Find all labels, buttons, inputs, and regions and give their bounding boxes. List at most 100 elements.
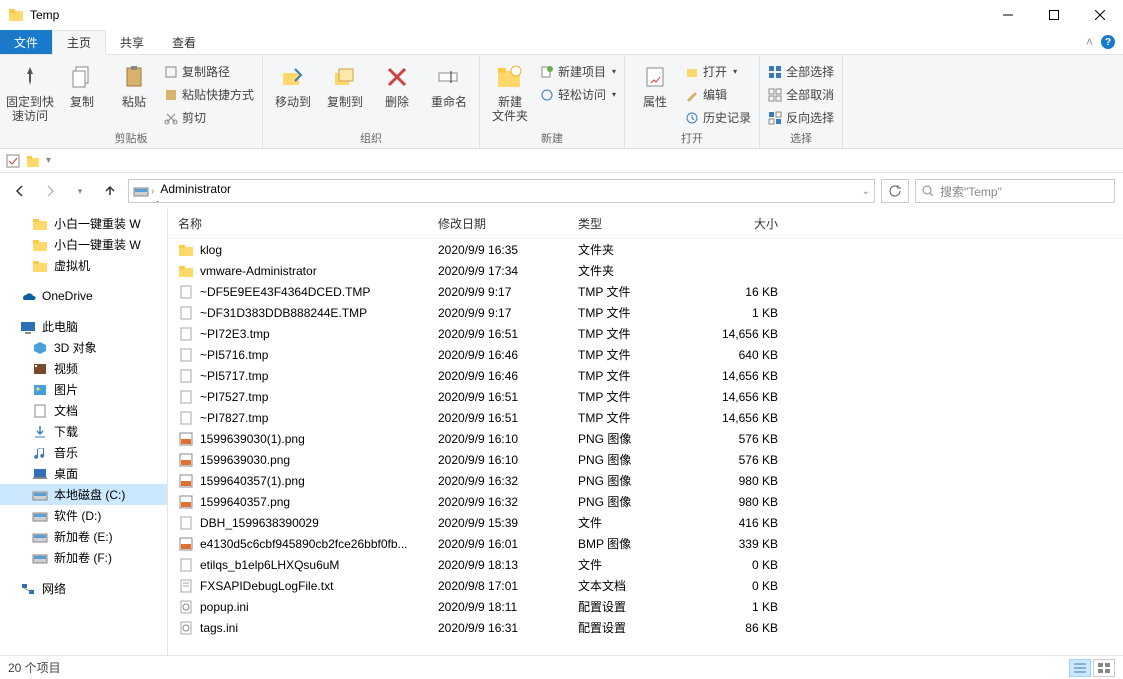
tree-item[interactable]: 图片 (0, 379, 167, 400)
tree-item[interactable]: 虚拟机 (0, 255, 167, 276)
tree-item[interactable]: 新加卷 (F:) (0, 547, 167, 568)
moveto-button[interactable]: 移动到 (269, 57, 317, 109)
drive-icon (32, 487, 48, 503)
select-invert-button[interactable]: 反向选择 (766, 107, 836, 128)
copyto-button[interactable]: 复制到 (321, 57, 369, 109)
table-row[interactable]: DBH_15996383900292020/9/9 15:39文件416 KB (168, 512, 1123, 533)
copy-path-button[interactable]: 复制路径 (162, 61, 256, 82)
addr-dropdown-icon[interactable]: ⌄ (862, 186, 870, 197)
table-row[interactable]: ~PI5717.tmp2020/9/9 16:46TMP 文件14,656 KB (168, 365, 1123, 386)
tree-item[interactable]: 视频 (0, 358, 167, 379)
tab-view[interactable]: 查看 (158, 30, 210, 54)
qat-folder-icon[interactable] (26, 154, 40, 168)
col-type[interactable]: 类型 (578, 215, 698, 232)
ribbon-collapse-icon[interactable]: ˄ (1086, 35, 1093, 49)
table-row[interactable]: popup.ini2020/9/9 18:11配置设置1 KB (168, 596, 1123, 617)
table-row[interactable]: ~PI7827.tmp2020/9/9 16:51TMP 文件14,656 KB (168, 407, 1123, 428)
properties-button[interactable]: 属性 (631, 57, 679, 109)
table-row[interactable]: 1599640357.png2020/9/9 16:32PNG 图像980 KB (168, 491, 1123, 512)
table-row[interactable]: etilqs_b1elp6LHXQsu6uM2020/9/9 18:13文件0 … (168, 554, 1123, 575)
table-row[interactable]: ~PI72E3.tmp2020/9/9 16:51TMP 文件14,656 KB (168, 323, 1123, 344)
ini-icon (178, 620, 194, 636)
search-input[interactable]: 搜索"Temp" (915, 179, 1115, 203)
tree-item[interactable]: 桌面 (0, 463, 167, 484)
file-type: BMP 图像 (578, 535, 698, 552)
table-row[interactable]: ~DF5E9EE43F4364DCED.TMP2020/9/9 9:17TMP … (168, 281, 1123, 302)
history-button[interactable]: 历史记录 (683, 107, 753, 128)
tree-item[interactable]: 小白一键重装 W (0, 234, 167, 255)
close-button[interactable] (1077, 0, 1123, 30)
list-header[interactable]: 名称 修改日期 类型 大小 (168, 209, 1123, 239)
file-type: TMP 文件 (578, 367, 698, 384)
table-row[interactable]: ~DF31D383DDB888244E.TMP2020/9/9 9:17TMP … (168, 302, 1123, 323)
col-name[interactable]: 名称 (178, 215, 438, 232)
copy-button[interactable]: 复制 (58, 57, 106, 109)
address-bar[interactable]: › 此电脑›本地磁盘 (C:)›用户›Administrator›AppData… (128, 179, 875, 203)
recent-button[interactable]: ▾ (68, 179, 92, 203)
new-folder-button[interactable]: 新建 文件夹 (486, 57, 534, 124)
icons-view-button[interactable] (1093, 659, 1115, 677)
tree-item[interactable]: 本地磁盘 (C:) (0, 484, 167, 505)
forward-button[interactable] (38, 179, 62, 203)
navigation-tree[interactable]: 小白一键重装 W小白一键重装 W虚拟机OneDrive此电脑3D 对象视频图片文… (0, 209, 168, 655)
table-row[interactable]: tags.ini2020/9/9 16:31配置设置86 KB (168, 617, 1123, 638)
breadcrumb-item[interactable]: Administrator (156, 182, 235, 196)
minimize-button[interactable] (985, 0, 1031, 30)
qat-checkbox-icon[interactable] (6, 154, 20, 168)
tree-item[interactable]: 此电脑 (0, 316, 167, 337)
drive-icon (133, 183, 149, 199)
help-icon[interactable]: ? (1101, 35, 1115, 49)
select-all-button[interactable]: 全部选择 (766, 61, 836, 82)
table-row[interactable]: klog2020/9/9 16:35文件夹 (168, 239, 1123, 260)
ribbon-group-open: 属性 打开▾ 编辑 历史记录 打开 (625, 55, 760, 148)
col-date[interactable]: 修改日期 (438, 215, 578, 232)
pin-button[interactable]: 固定到快 速访问 (6, 57, 54, 124)
tree-item[interactable]: 文档 (0, 400, 167, 421)
edit-button[interactable]: 编辑 (683, 84, 753, 105)
paste-shortcut-button[interactable]: 粘贴快捷方式 (162, 84, 256, 105)
table-row[interactable]: e4130d5c6cbf945890cb2fce26bbf0fb...2020/… (168, 533, 1123, 554)
table-row[interactable]: vmware-Administrator2020/9/9 17:34文件夹 (168, 260, 1123, 281)
tab-share[interactable]: 共享 (106, 30, 158, 54)
3d-icon (32, 340, 48, 356)
tree-item[interactable]: 下载 (0, 421, 167, 442)
select-none-button[interactable]: 全部取消 (766, 84, 836, 105)
quick-access-toolbar: ▾ (0, 149, 1123, 173)
tree-item[interactable]: 新加卷 (E:) (0, 526, 167, 547)
back-button[interactable] (8, 179, 32, 203)
maximize-button[interactable] (1031, 0, 1077, 30)
tree-item[interactable]: 软件 (D:) (0, 505, 167, 526)
tree-item[interactable]: 3D 对象 (0, 337, 167, 358)
tree-item-label: 网络 (42, 580, 66, 597)
cut-button[interactable]: 剪切 (162, 107, 256, 128)
tree-item[interactable]: 网络 (0, 578, 167, 599)
col-size[interactable]: 大小 (698, 215, 778, 232)
copyto-icon (329, 61, 361, 93)
tab-home[interactable]: 主页 (52, 30, 106, 55)
table-row[interactable]: FXSAPIDebugLogFile.txt2020/9/8 17:01文本文档… (168, 575, 1123, 596)
rename-button[interactable]: 重命名 (425, 57, 473, 109)
table-row[interactable]: 1599639030(1).png2020/9/9 16:10PNG 图像576… (168, 428, 1123, 449)
file-type: TMP 文件 (578, 409, 698, 426)
list-body[interactable]: klog2020/9/9 16:35文件夹vmware-Administrato… (168, 239, 1123, 655)
file-date: 2020/9/9 16:31 (438, 621, 578, 635)
net-icon (20, 581, 36, 597)
tree-item[interactable]: 音乐 (0, 442, 167, 463)
tree-item[interactable]: 小白一键重装 W (0, 213, 167, 234)
paste-button[interactable]: 粘贴 (110, 57, 158, 109)
details-view-button[interactable] (1069, 659, 1091, 677)
qat-overflow-icon[interactable]: ▾ (46, 155, 51, 166)
up-button[interactable] (98, 179, 122, 203)
delete-button[interactable]: 删除 (373, 57, 421, 109)
refresh-button[interactable] (881, 179, 909, 203)
open-button[interactable]: 打开▾ (683, 61, 753, 82)
tab-file[interactable]: 文件 (0, 30, 52, 54)
table-row[interactable]: ~PI7527.tmp2020/9/9 16:51TMP 文件14,656 KB (168, 386, 1123, 407)
table-row[interactable]: 1599639030.png2020/9/9 16:10PNG 图像576 KB (168, 449, 1123, 470)
easy-access-button[interactable]: 轻松访问▾ (538, 84, 618, 105)
table-row[interactable]: ~PI5716.tmp2020/9/9 16:46TMP 文件640 KB (168, 344, 1123, 365)
table-row[interactable]: 1599640357(1).png2020/9/9 16:32PNG 图像980… (168, 470, 1123, 491)
tree-item[interactable]: OneDrive (0, 286, 167, 306)
group-label: 打开 (631, 128, 753, 148)
new-item-button[interactable]: 新建项目▾ (538, 61, 618, 82)
